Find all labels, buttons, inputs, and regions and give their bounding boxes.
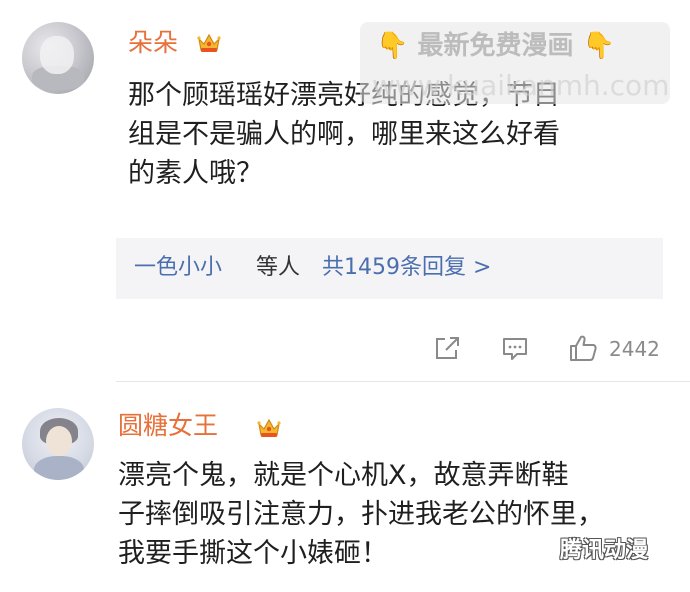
replier-name[interactable]: 一色小小 bbox=[134, 253, 222, 283]
comment-line: 的素人哦？ bbox=[128, 158, 263, 189]
divider bbox=[116, 381, 690, 382]
crown-badge-icon bbox=[197, 33, 221, 52]
replier-etc: 等人 bbox=[256, 255, 301, 280]
comment-line: 漂亮个鬼，就是个心机X，故意弄断鞋 bbox=[118, 460, 569, 491]
reply-preview[interactable]: 一色小小 等人 共1459条回复 > bbox=[116, 238, 663, 299]
avatar[interactable] bbox=[22, 22, 94, 94]
share-icon[interactable] bbox=[433, 333, 461, 363]
username[interactable]: 圆糖女王 bbox=[118, 411, 218, 441]
watermark-url: www.kuaikanmh.com bbox=[372, 69, 670, 102]
pointing-down-hand-icon: 👇 bbox=[582, 31, 615, 61]
like-count: 2442 bbox=[609, 337, 660, 361]
corner-logo: 腾讯动漫 bbox=[560, 538, 649, 563]
comment-line: 组是不是骗人的啊，哪里来这么好看 bbox=[128, 119, 560, 150]
thumbs-up-icon[interactable] bbox=[568, 333, 598, 363]
username[interactable]: 朵朵 bbox=[128, 28, 178, 58]
comment-icon[interactable] bbox=[501, 333, 529, 363]
avatar[interactable] bbox=[22, 408, 94, 480]
crown-badge-icon bbox=[257, 418, 281, 437]
watermark-text: 最新免费漫画 bbox=[417, 31, 574, 61]
comment-line: 子摔倒吸引注意力，扑进我老公的怀里， bbox=[118, 499, 604, 530]
view-replies-link[interactable]: 共1459条回复 > bbox=[322, 253, 491, 283]
watermark-banner: 👇 最新免费漫画 👇 bbox=[376, 30, 615, 62]
pointing-down-hand-icon: 👇 bbox=[376, 31, 409, 61]
